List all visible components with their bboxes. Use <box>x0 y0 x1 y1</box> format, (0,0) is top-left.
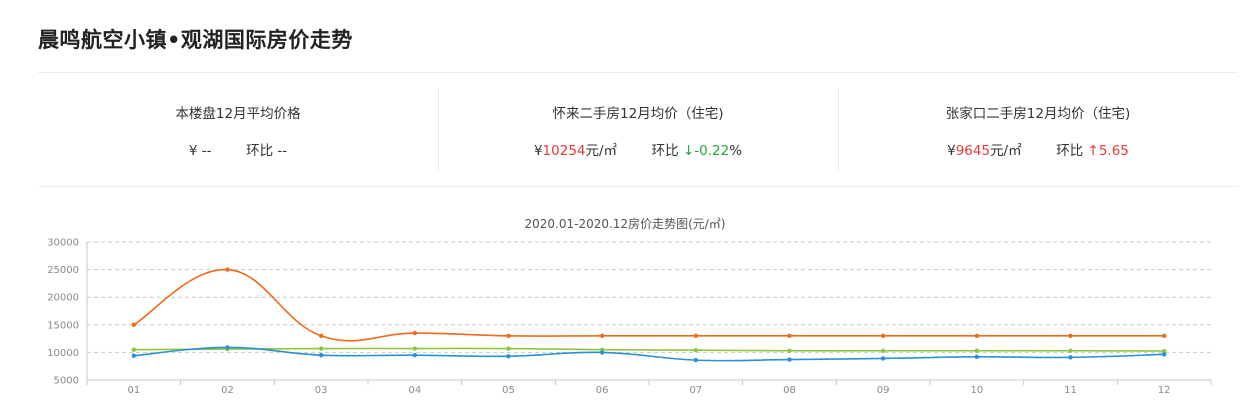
data-point <box>506 354 511 359</box>
y-tick-label: 30000 <box>47 238 79 249</box>
data-point <box>131 347 137 352</box>
data-point <box>599 350 605 355</box>
data-point <box>974 354 980 360</box>
x-tick-label: 12 <box>1158 385 1171 396</box>
data-point <box>1068 333 1073 339</box>
x-tick-label: 03 <box>315 385 328 396</box>
x-tick-label: 06 <box>596 385 609 396</box>
data-point <box>974 333 980 339</box>
data-point <box>318 352 324 358</box>
data-point <box>787 357 792 362</box>
x-tick-label: 08 <box>783 385 796 396</box>
data-point <box>318 346 324 351</box>
x-tick-label: 09 <box>877 385 890 396</box>
data-point <box>412 346 418 351</box>
data-point <box>318 333 324 339</box>
data-point <box>693 347 699 353</box>
data-point <box>225 267 230 272</box>
data-point <box>412 330 418 336</box>
x-tick-label: 05 <box>502 385 515 396</box>
data-point <box>880 333 886 339</box>
data-point <box>506 346 511 351</box>
data-point <box>1068 355 1073 360</box>
data-point <box>599 333 605 339</box>
data-point <box>974 348 980 353</box>
data-point <box>131 322 137 327</box>
y-tick-label: 10000 <box>47 348 79 359</box>
data-point <box>225 345 230 350</box>
series-line-0 <box>133 268 1165 342</box>
data-point <box>787 348 792 353</box>
data-point <box>693 357 699 363</box>
x-tick-label: 04 <box>408 385 421 396</box>
x-tick-label: 11 <box>1064 385 1077 396</box>
data-point <box>1161 352 1167 357</box>
y-tick-label: 25000 <box>47 265 79 276</box>
y-tick-label: 15000 <box>47 320 79 331</box>
price-trend-chart: 5000 10000 15000 20000 25000 30000 01 02 03 04 05 0… <box>47 238 1212 396</box>
data-point <box>880 356 886 361</box>
y-tick-label: 5000 <box>54 376 79 387</box>
data-point <box>1161 333 1167 339</box>
data-point <box>693 333 699 339</box>
series-line-1 <box>133 347 1165 352</box>
data-point <box>131 353 137 358</box>
data-point <box>412 352 418 358</box>
data-point <box>787 333 792 339</box>
data-point <box>506 333 511 339</box>
x-tick-label: 01 <box>127 385 140 396</box>
data-point <box>880 348 886 353</box>
x-tick-label: 10 <box>970 385 983 396</box>
x-tick-label: 07 <box>689 385 702 396</box>
data-point <box>1068 348 1073 353</box>
y-tick-label: 20000 <box>47 293 79 304</box>
x-tick-label: 02 <box>221 385 234 396</box>
